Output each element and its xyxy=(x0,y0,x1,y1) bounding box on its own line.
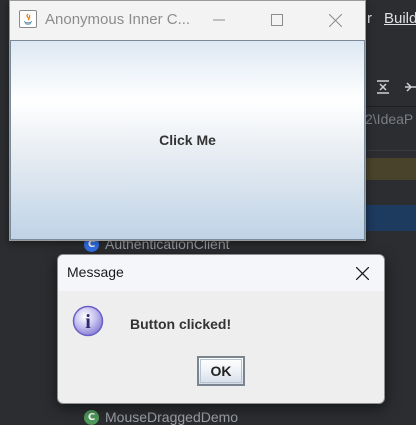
information-icon-glyph: i xyxy=(85,311,91,333)
tree-item-label: MouseDraggedDemo xyxy=(105,409,239,425)
close-icon[interactable] xyxy=(340,255,384,291)
class-icon: C xyxy=(84,409,99,425)
ok-button-label: OK xyxy=(210,363,232,379)
dialog-title: Message xyxy=(67,264,124,280)
ok-button[interactable]: OK xyxy=(197,356,245,386)
ide-toolbar xyxy=(365,70,416,107)
ide-menu-build[interactable]: Build xyxy=(384,10,416,27)
ide-path-row: 2\IdeaP xyxy=(365,107,416,133)
click-me-button-label: Click Me xyxy=(159,132,216,148)
expand-icon[interactable] xyxy=(403,79,416,98)
dialog-message: Button clicked! xyxy=(130,316,232,332)
window-titlebar[interactable]: Anonymous Inner C... xyxy=(10,1,365,39)
ide-menu-item-partial[interactable]: r xyxy=(367,10,372,27)
dialog-titlebar[interactable]: Message xyxy=(58,255,384,291)
ide-path-text: 2\IdeaP xyxy=(365,111,414,127)
message-dialog: Message i Button clicked! OK xyxy=(57,254,385,404)
app-window: Anonymous Inner C... Click Me xyxy=(9,0,366,241)
ide-divider xyxy=(365,150,416,151)
close-icon[interactable] xyxy=(312,1,358,39)
click-me-button[interactable]: Click Me xyxy=(10,40,365,240)
window-title: Anonymous Inner C... xyxy=(45,11,191,28)
tree-item[interactable]: C MouseDraggedDemo xyxy=(84,409,238,425)
ide-highlighted-row xyxy=(365,158,416,180)
collapse-all-icon[interactable] xyxy=(375,79,391,98)
information-icon: i xyxy=(72,305,104,337)
maximize-icon[interactable] xyxy=(254,1,300,39)
minimize-icon[interactable] xyxy=(196,1,242,39)
java-app-icon xyxy=(19,10,37,28)
ide-selected-row[interactable] xyxy=(365,205,416,231)
